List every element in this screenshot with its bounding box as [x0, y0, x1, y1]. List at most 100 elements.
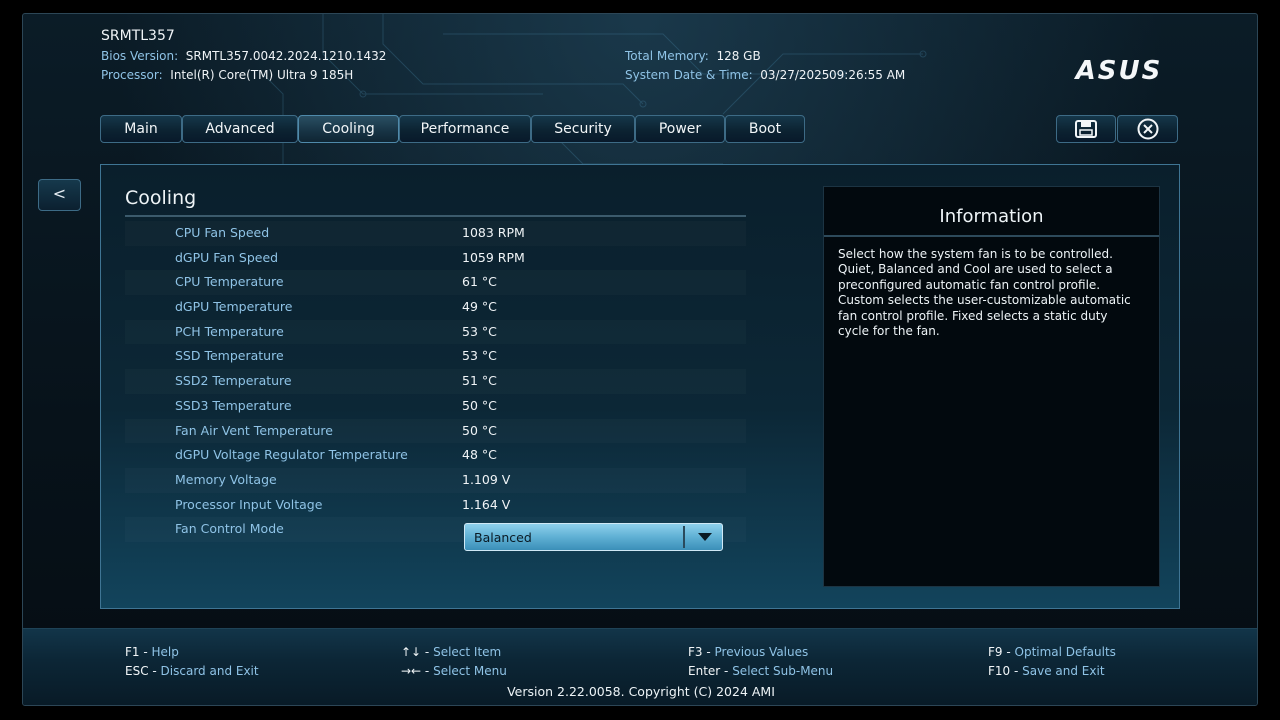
setting-label: SSD3 Temperature [175, 397, 292, 413]
cooling-panel: Cooling CPU Fan Speed 1083 RPM dGPU Fan S… [100, 164, 1180, 609]
key-description: Select Sub-Menu [732, 664, 834, 678]
hint-select-item: ↑↓ - Select Item [401, 645, 502, 659]
setting-value: 1.109 V [462, 471, 511, 487]
setting-label: dGPU Voltage Regulator Temperature [175, 447, 408, 463]
tab-boot[interactable]: Boot [725, 115, 805, 143]
total-memory-value: 128 GB [716, 49, 761, 63]
row-dgpu-temperature[interactable]: dGPU Temperature 49 °C [125, 295, 746, 320]
row-ssd3-temperature[interactable]: SSD3 Temperature 50 °C [125, 394, 746, 419]
datetime-label: System Date & Time: [625, 68, 753, 82]
row-ssd2-temperature[interactable]: SSD2 Temperature 51 °C [125, 369, 746, 394]
row-processor-input-voltage[interactable]: Processor Input Voltage 1.164 V [125, 493, 746, 518]
page-title: Cooling [125, 187, 197, 209]
time-value: 09:26:55 AM [829, 68, 906, 82]
datetime-line: System Date & Time: 03/27/2025 [625, 68, 829, 82]
fan-control-mode-value: Balanced [474, 530, 532, 545]
key-label: F1 [125, 645, 140, 659]
setting-value: 49 °C [462, 299, 497, 315]
setting-label: PCH Temperature [175, 323, 284, 339]
row-dgpu-vr-temperature[interactable]: dGPU Voltage Regulator Temperature 48 °C [125, 443, 746, 468]
tab-advanced[interactable]: Advanced [182, 115, 298, 143]
title-divider [125, 215, 746, 217]
bios-version-line: Bios Version: SRMTL357.0042.2024.1210.14… [101, 49, 386, 63]
setting-label: CPU Fan Speed [175, 225, 270, 240]
key-label: F10 [988, 664, 1011, 678]
key-description: Help [151, 645, 179, 659]
setting-value: 1.164 V [462, 496, 511, 512]
row-ssd-temperature[interactable]: SSD Temperature 53 °C [125, 344, 746, 369]
dropdown-separator [683, 526, 685, 548]
processor-value: Intel(R) Core(TM) Ultra 9 185H [170, 68, 354, 82]
key-description: Save and Exit [1022, 664, 1105, 678]
setting-label: CPU Temperature [175, 274, 284, 290]
hint-discard-exit: ESC - Discard and Exit [125, 664, 259, 678]
setting-label: Processor Input Voltage [175, 496, 323, 512]
information-title: Information [939, 206, 1044, 227]
tab-main[interactable]: Main [100, 115, 182, 143]
key-description: Optimal Defaults [1014, 645, 1116, 659]
key-description: Select Item [433, 645, 502, 659]
row-dgpu-fan-speed[interactable]: dGPU Fan Speed 1059 RPM [125, 246, 746, 271]
setting-value: 61 °C [462, 274, 497, 290]
hint-select-menu: →← - Select Menu [401, 664, 507, 678]
setting-value: 1059 RPM [462, 249, 525, 265]
key-label: F3 [688, 645, 703, 659]
setting-label: dGPU Temperature [175, 299, 293, 315]
row-cpu-fan-speed[interactable]: CPU Fan Speed 1083 RPM [125, 221, 746, 246]
setting-value: 1083 RPM [462, 225, 525, 240]
back-button[interactable]: < [38, 179, 81, 211]
key-label: ↑↓ [401, 645, 422, 659]
tab-cooling[interactable]: Cooling [298, 115, 399, 143]
exit-button[interactable] [1117, 115, 1178, 143]
row-fan-air-vent-temperature[interactable]: Fan Air Vent Temperature 50 °C [125, 419, 746, 444]
hint-help: F1 - Help [125, 645, 179, 659]
save-icon [1075, 120, 1097, 138]
row-pch-temperature[interactable]: PCH Temperature 53 °C [125, 320, 746, 345]
key-label: Enter [688, 664, 721, 678]
total-memory-label: Total Memory: [625, 49, 709, 63]
settings-list: CPU Fan Speed 1083 RPM dGPU Fan Speed 1059… [125, 221, 746, 542]
key-description: Discard and Exit [160, 664, 259, 678]
information-panel: Information Select how the system fan is… [823, 186, 1160, 587]
row-memory-voltage[interactable]: Memory Voltage 1.109 V [125, 468, 746, 493]
fan-control-mode-dropdown[interactable]: Balanced [464, 523, 723, 551]
hint-previous-values: F3 - Previous Values [688, 645, 809, 659]
setting-value: 53 °C [462, 348, 497, 364]
tab-performance[interactable]: Performance [399, 115, 531, 143]
bios-window: SRMTL357 Bios Version: SRMTL357.0042.202… [22, 13, 1258, 706]
bios-version-value: SRMTL357.0042.2024.1210.1432 [185, 49, 387, 63]
setting-value: 51 °C [462, 373, 497, 389]
copyright-text: Version 2.22.0058. Copyright (C) 2024 AM… [507, 684, 775, 699]
chevron-down-icon[interactable] [687, 524, 722, 550]
model-name: SRMTL357 [101, 28, 175, 44]
setting-label: Fan Control Mode [175, 521, 284, 537]
asus-logo: ASUS [1074, 58, 1163, 82]
key-label: ESC [125, 664, 149, 678]
time-line: 09:26:55 AM [829, 68, 905, 82]
asus-logo-text: ASUS [1074, 58, 1163, 82]
tab-security[interactable]: Security [531, 115, 635, 143]
information-text: Select how the system fan is to be contr… [838, 247, 1131, 339]
processor-label: Processor: [101, 68, 163, 82]
setting-value: 50 °C [462, 397, 497, 413]
setting-value: 53 °C [462, 323, 497, 339]
tab-power[interactable]: Power [635, 115, 725, 143]
processor-line: Processor: Intel(R) Core(TM) Ultra 9 185… [101, 68, 353, 82]
total-memory-line: Total Memory: 128 GB [625, 49, 761, 63]
information-divider [824, 235, 1159, 237]
key-description: Select Menu [433, 664, 507, 678]
hint-select-submenu: Enter - Select Sub-Menu [688, 664, 834, 678]
setting-value: 50 °C [462, 422, 497, 438]
key-description: Previous Values [714, 645, 809, 659]
setting-value: 48 °C [462, 447, 497, 463]
setting-label: Fan Air Vent Temperature [175, 422, 333, 438]
setting-label: SSD2 Temperature [175, 373, 292, 389]
hint-save-exit: F10 - Save and Exit [988, 664, 1105, 678]
key-label: →← [401, 664, 422, 678]
save-button[interactable] [1056, 115, 1116, 143]
row-cpu-temperature[interactable]: CPU Temperature 61 °C [125, 270, 746, 295]
setting-label: dGPU Fan Speed [175, 249, 279, 265]
setting-label: Memory Voltage [175, 471, 277, 487]
date-value: 03/27/2025 [760, 68, 830, 82]
bios-version-label: Bios Version: [101, 49, 179, 63]
